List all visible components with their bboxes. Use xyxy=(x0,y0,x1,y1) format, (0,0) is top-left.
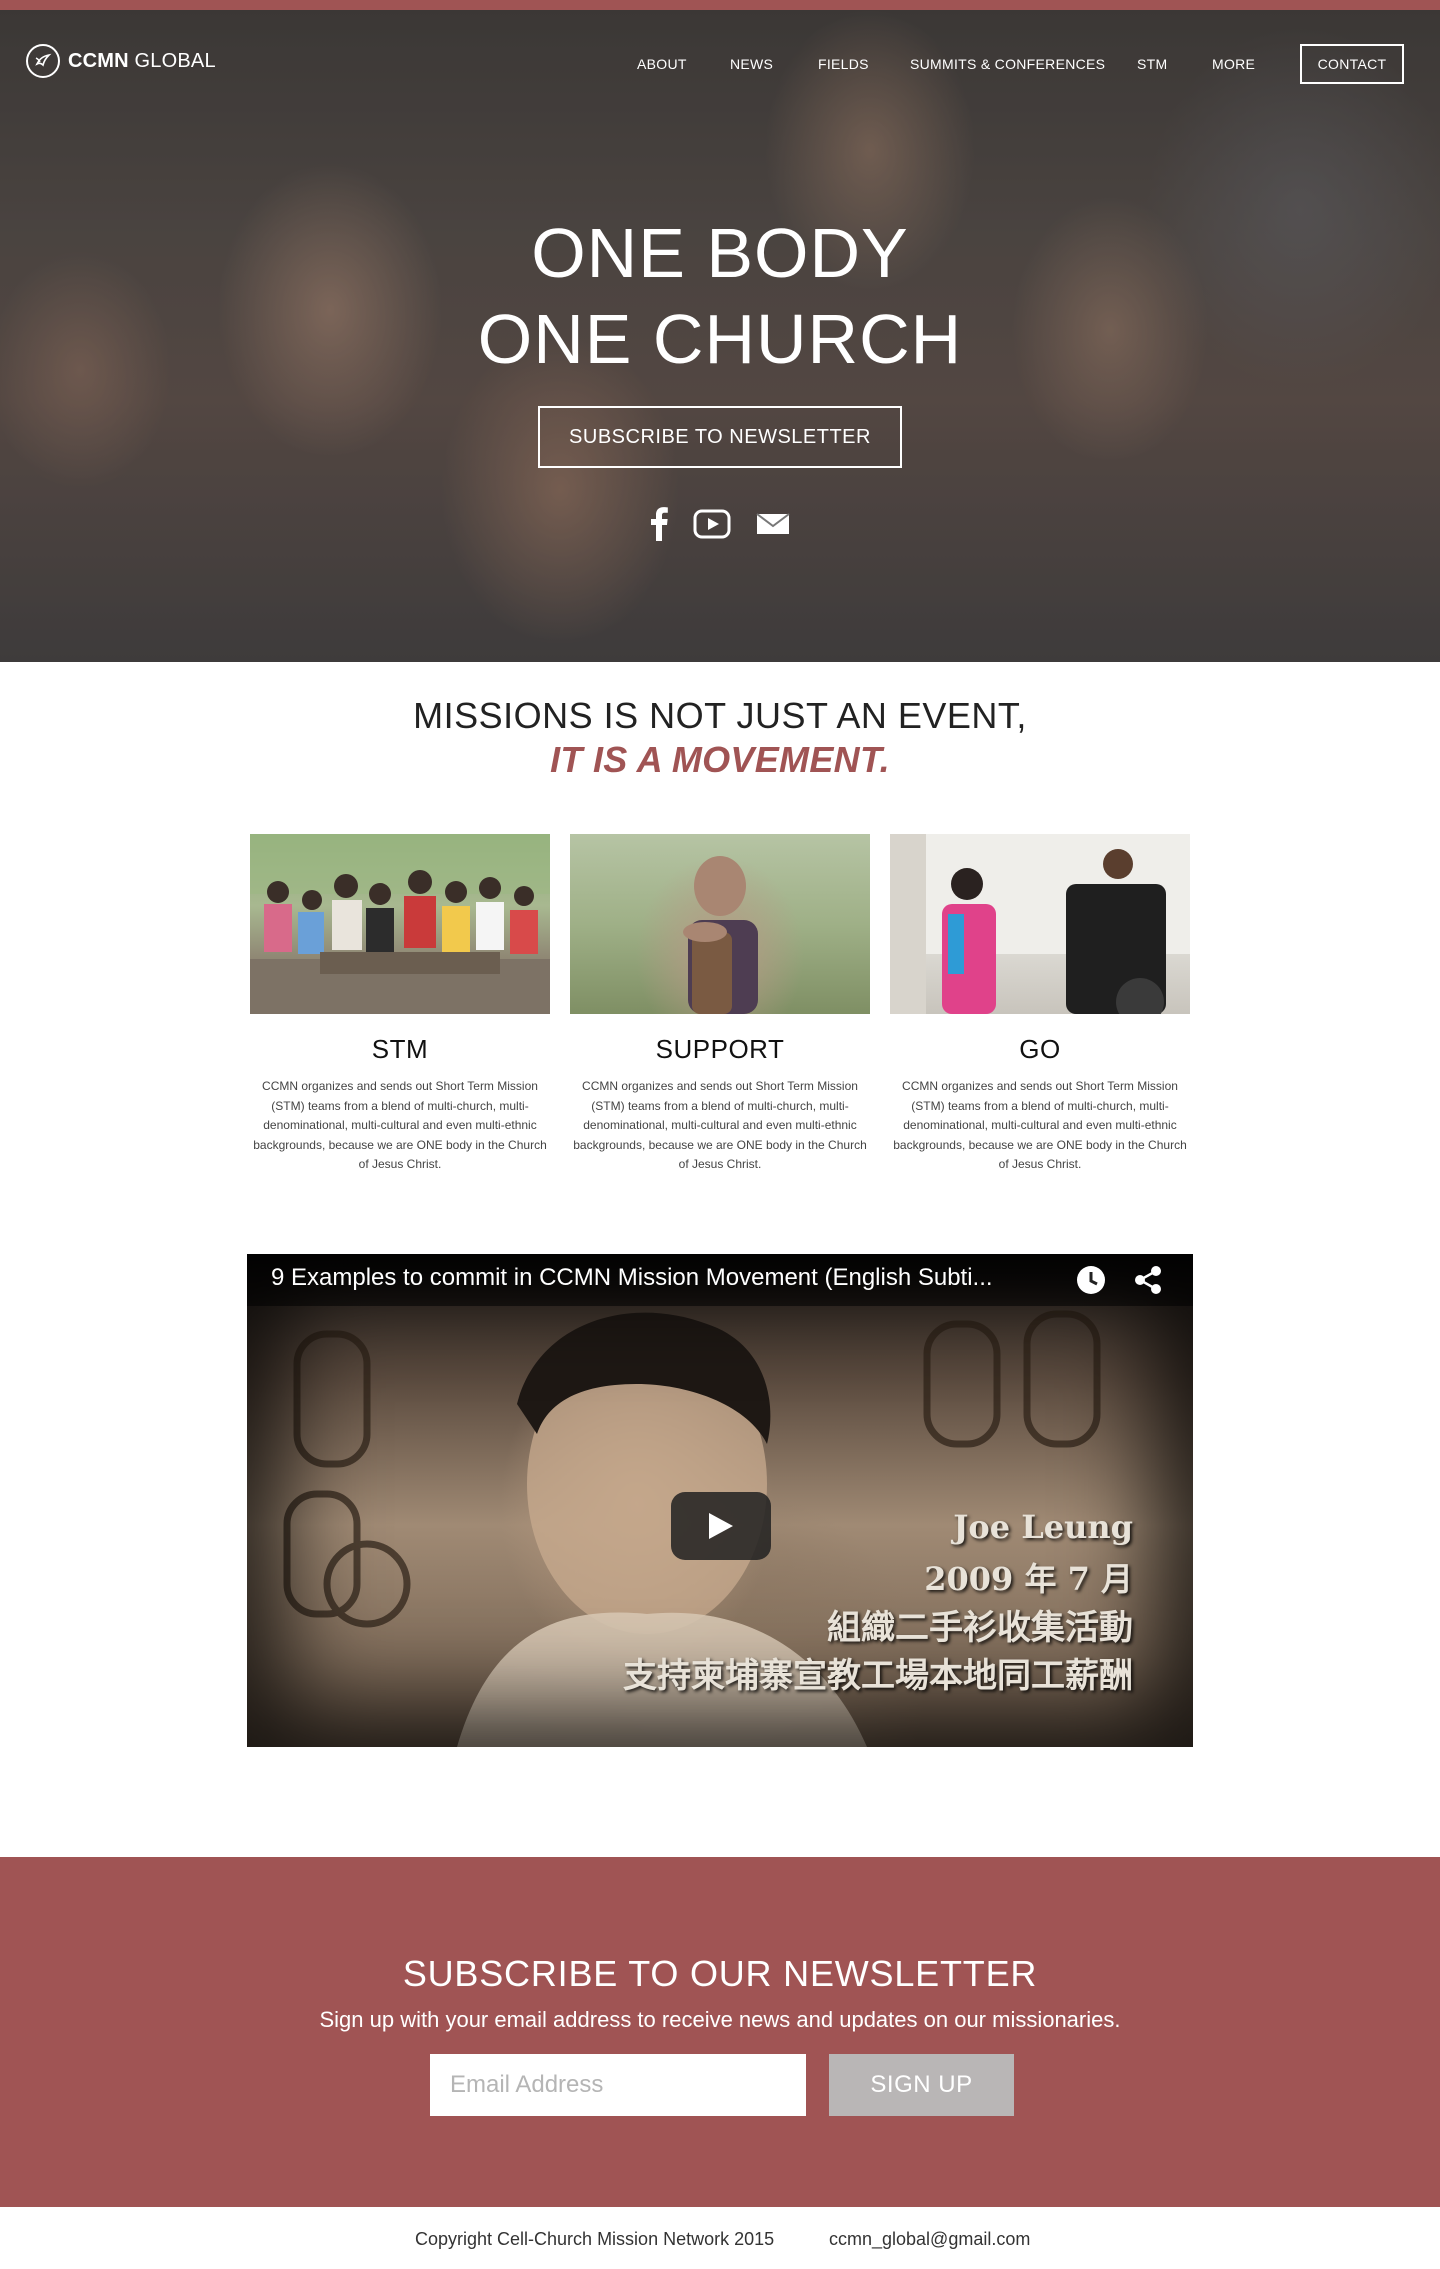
missions-heading-line1: MISSIONS IS NOT JUST AN EVENT, xyxy=(413,695,1027,736)
video-caption-line2: 2009 年 7 月 xyxy=(924,1560,1133,1598)
card-support-text: CCMN organizes and sends out Short Term … xyxy=(573,1079,867,1171)
video-title[interactable]: 9 Examples to commit in CCMN Mission Mov… xyxy=(271,1264,993,1292)
top-accent-bar xyxy=(0,0,1440,10)
watch-later-icon[interactable] xyxy=(1075,1264,1107,1301)
video-caption-line4: 支持柬埔寨宣教工場本地同工薪酬 xyxy=(623,1656,1133,1696)
card-go-image xyxy=(890,834,1190,1014)
card-stm-image xyxy=(250,834,550,1014)
missions-heading: MISSIONS IS NOT JUST AN EVENT, IT IS A M… xyxy=(0,694,1440,782)
video-caption-line3: 組織二手衫收集活動 xyxy=(827,1608,1133,1648)
nav-item-summits[interactable]: SUMMITS & CONFERENCES xyxy=(910,56,1105,72)
newsletter-section: SUBSCRIBE TO OUR NEWSLETTER Sign up with… xyxy=(0,1857,1440,2207)
main-nav: ABOUT NEWS FIELDS SUMMITS & CONFERENCES … xyxy=(0,56,1440,76)
contact-button[interactable]: CONTACT xyxy=(1300,44,1404,84)
nav-item-stm[interactable]: STM xyxy=(1137,56,1167,72)
video-embed[interactable]: 9 Examples to commit in CCMN Mission Mov… xyxy=(247,1254,1193,1747)
social-links xyxy=(650,504,790,548)
card-support-image xyxy=(570,834,870,1014)
card-support: SUPPORT CCMN organizes and sends out Sho… xyxy=(570,834,870,1175)
email-icon[interactable] xyxy=(756,512,790,541)
subscribe-newsletter-button[interactable]: SUBSCRIBE TO NEWSLETTER xyxy=(538,406,902,468)
signup-button[interactable]: SIGN UP xyxy=(829,2054,1014,2116)
card-go-text: CCMN organizes and sends out Short Term … xyxy=(893,1079,1187,1171)
video-caption-line1: Joe Leung xyxy=(953,1508,1133,1546)
newsletter-subtitle: Sign up with your email address to recei… xyxy=(319,2007,1121,2032)
newsletter-title: SUBSCRIBE TO OUR NEWSLETTER xyxy=(402,1953,1038,1994)
hero-section: CCMN GLOBAL ABOUT NEWS FIELDS SUMMITS & … xyxy=(0,10,1440,662)
card-stm-text: CCMN organizes and sends out Short Term … xyxy=(253,1079,547,1171)
footer-email-link[interactable]: ccmn_global@gmail.com xyxy=(829,2229,1030,2250)
nav-item-news[interactable]: NEWS xyxy=(730,56,773,72)
card-go: GO CCMN organizes and sends out Short Te… xyxy=(890,834,1190,1175)
hero-title-line2: ONE CHURCH xyxy=(477,300,963,378)
mission-cards: STM CCMN organizes and sends out Short T… xyxy=(250,834,1190,1184)
email-field[interactable] xyxy=(430,2054,806,2116)
nav-item-about[interactable]: ABOUT xyxy=(637,56,687,72)
nav-item-fields[interactable]: FIELDS xyxy=(818,56,869,72)
hero-title: ONE BODY ONE CHURCH xyxy=(0,210,1440,382)
card-stm-title: STM xyxy=(371,1034,429,1064)
share-icon[interactable] xyxy=(1132,1264,1164,1301)
facebook-icon[interactable] xyxy=(650,506,668,546)
missions-heading-line2: IT IS A MOVEMENT. xyxy=(550,739,890,780)
hero-title-line1: ONE BODY xyxy=(531,214,909,292)
card-stm: STM CCMN organizes and sends out Short T… xyxy=(250,834,550,1175)
nav-item-more[interactable]: MORE xyxy=(1212,56,1255,72)
card-support-title: SUPPORT xyxy=(655,1034,785,1064)
card-go-title: GO xyxy=(1019,1034,1061,1064)
footer-copyright: Copyright Cell-Church Mission Network 20… xyxy=(415,2229,775,2249)
footer: Copyright Cell-Church Mission Network 20… xyxy=(0,2207,1440,2269)
youtube-icon[interactable] xyxy=(693,509,731,544)
